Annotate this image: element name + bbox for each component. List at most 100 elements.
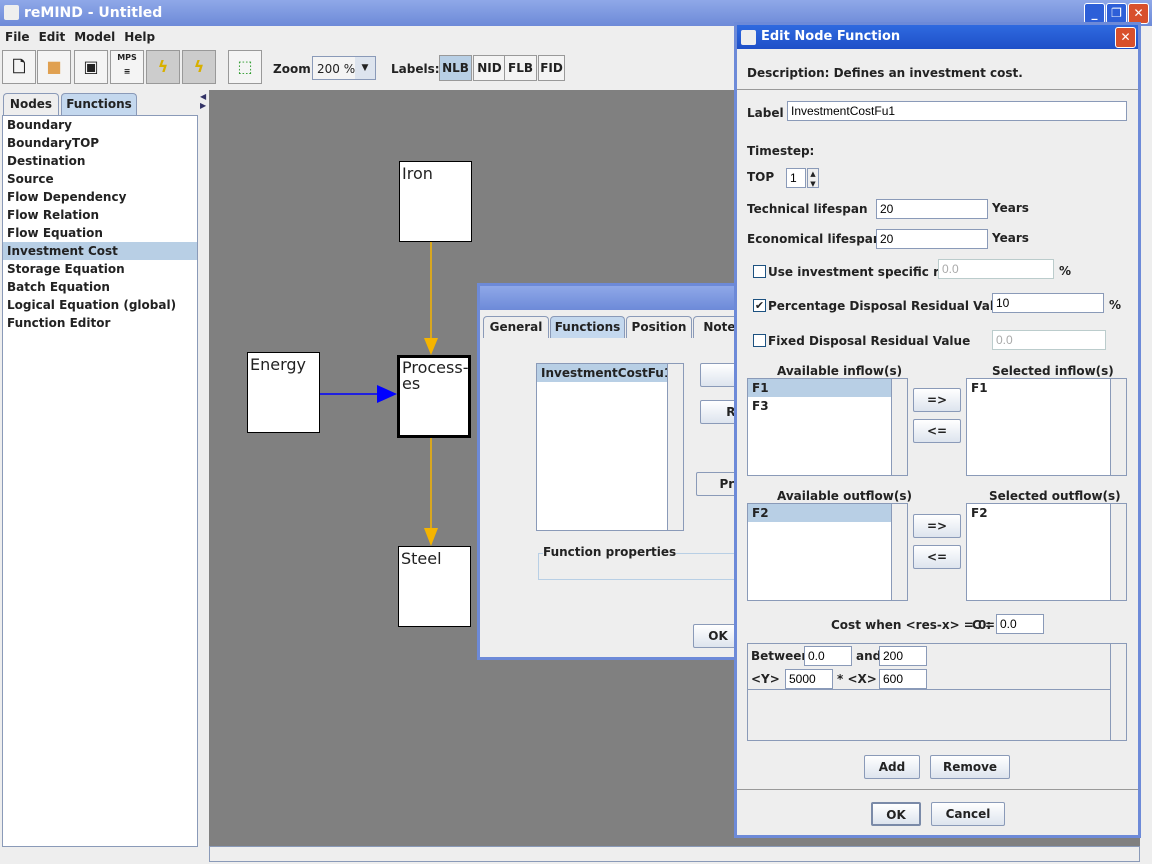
new-button[interactable]: 🗋 <box>2 50 36 84</box>
percentage-disposal-checkbox[interactable]: ✔ <box>753 299 766 312</box>
dialog-close-button[interactable]: ✕ <box>1115 27 1136 48</box>
arrowhead-icon <box>377 385 397 403</box>
cancel-button[interactable]: Cancel <box>931 802 1005 826</box>
node-iron[interactable]: Iron <box>399 161 472 242</box>
top-spinner[interactable] <box>786 168 806 188</box>
technical-lifespan-input[interactable] <box>876 199 988 219</box>
labels-label: Labels: <box>391 62 440 76</box>
percentage-disposal-input[interactable] <box>992 293 1104 313</box>
label-flb-button[interactable]: FLB <box>504 55 537 81</box>
cost-label: Cost when <res-x> = 0: <box>831 618 992 632</box>
menu-file[interactable]: File <box>0 26 34 44</box>
floppy-icon: ▣ <box>83 57 99 76</box>
vertical-scrollbar[interactable] <box>1110 644 1126 740</box>
investment-rate-input[interactable] <box>938 259 1054 279</box>
selected-outflows-list[interactable]: F2 <box>966 503 1127 601</box>
c-input[interactable] <box>996 614 1044 634</box>
c-label: C = <box>972 618 996 632</box>
vertical-scrollbar[interactable] <box>1110 504 1126 600</box>
timestep-label: Timestep: <box>747 144 815 158</box>
label-fid-button[interactable]: FID <box>538 55 565 81</box>
label-nlb-button[interactable]: NLB <box>439 55 472 81</box>
function-list-item[interactable]: Function Editor <box>3 314 197 332</box>
connect-button[interactable]: ⬚ <box>228 50 262 84</box>
function-list-item[interactable]: Logical Equation (global) <box>3 296 197 314</box>
function-list-item[interactable]: Flow Equation <box>3 224 197 242</box>
fixed-disposal-input[interactable] <box>992 330 1106 350</box>
list-item[interactable]: F1 <box>967 379 1126 397</box>
y-input[interactable] <box>785 669 833 689</box>
vertical-scrollbar[interactable] <box>667 364 683 530</box>
list-item[interactable]: F2 <box>748 504 891 522</box>
lightning-icon: ϟ <box>157 57 169 76</box>
add-button[interactable]: Add <box>864 755 920 779</box>
list-item[interactable]: F2 <box>967 504 1126 522</box>
menu-edit[interactable]: Edit <box>34 26 70 44</box>
divider <box>737 89 1138 90</box>
function-list-item[interactable]: Storage Equation <box>3 260 197 278</box>
available-outflows-list[interactable]: F2 <box>747 503 908 601</box>
remove-outflow-button[interactable]: <= <box>913 545 961 569</box>
mps-button[interactable]: MPS ≡ <box>110 50 144 84</box>
function-list-item[interactable]: Investment Cost <box>3 242 197 260</box>
chevron-down-icon[interactable]: ▼ <box>355 57 375 79</box>
save-button[interactable]: ▣ <box>74 50 108 84</box>
function-list-item[interactable]: Batch Equation <box>3 278 197 296</box>
zoom-select[interactable]: 200 % ▼ <box>312 56 376 80</box>
menu-model[interactable]: Model <box>69 26 119 44</box>
remove-inflow-button[interactable]: <= <box>913 419 961 443</box>
optimize-button[interactable]: ϟ <box>146 50 180 84</box>
vertical-scrollbar[interactable] <box>891 504 907 600</box>
open-button[interactable]: ■ <box>37 50 71 84</box>
tab-general[interactable]: General <box>483 316 549 338</box>
tab-position[interactable]: Position <box>626 316 692 338</box>
fixed-disposal-checkbox[interactable] <box>753 334 766 347</box>
maximize-button[interactable]: ❐ <box>1106 3 1127 24</box>
economical-lifespan-input[interactable] <box>876 229 988 249</box>
menu-help[interactable]: Help <box>119 26 159 44</box>
node-energy[interactable]: Energy <box>247 352 320 433</box>
top-label: TOP <box>747 170 775 184</box>
function-list-item[interactable]: Source <box>3 170 197 188</box>
label-input[interactable] <box>787 101 1127 121</box>
function-list-item[interactable]: BoundaryTOP <box>3 134 197 152</box>
horizontal-scrollbar[interactable] <box>209 846 1140 862</box>
add-outflow-button[interactable]: => <box>913 514 961 538</box>
add-inflow-button[interactable]: => <box>913 388 961 412</box>
function-list: Boundary BoundaryTOP Destination Source Flow… <box>2 115 198 847</box>
splitter-arrows-icon[interactable]: ◀ ▶ <box>200 92 208 116</box>
function-list-item[interactable]: Boundary <box>3 116 197 134</box>
investment-rate-checkbox[interactable] <box>753 265 766 278</box>
spinner-arrows-icon[interactable]: ▲ ▼ <box>807 168 819 188</box>
list-item[interactable]: F1 <box>748 379 891 397</box>
available-inflows-list[interactable]: F1 F3 <box>747 378 908 476</box>
tab-functions[interactable]: Functions <box>61 93 137 115</box>
available-outflows-label: Available outflow(s) <box>777 489 912 503</box>
function-properties-group: Function properties <box>538 545 748 580</box>
node-steel[interactable]: Steel <box>398 546 471 627</box>
remove-button[interactable]: Remove <box>930 755 1010 779</box>
list-item[interactable]: InvestmentCostFu1 <box>537 364 672 382</box>
optimize-report-button[interactable]: ϟ <box>182 50 216 84</box>
function-list-item[interactable]: Flow Dependency <box>3 188 197 206</box>
minimize-button[interactable]: _ <box>1084 3 1105 24</box>
tab-nodes[interactable]: Nodes <box>3 93 59 115</box>
function-list-item[interactable]: Destination <box>3 152 197 170</box>
between-from-input[interactable] <box>804 646 852 666</box>
ok-button[interactable]: OK <box>871 802 921 826</box>
tab-functions[interactable]: Functions <box>550 316 625 338</box>
function-list-item[interactable]: Flow Relation <box>3 206 197 224</box>
between-to-input[interactable] <box>879 646 927 666</box>
node-processes[interactable]: Process- es <box>397 355 471 438</box>
node-function-list[interactable]: InvestmentCostFu1 <box>536 363 684 531</box>
java-icon <box>4 5 19 20</box>
label-nid-button[interactable]: NID <box>473 55 506 81</box>
close-button[interactable]: ✕ <box>1128 3 1149 24</box>
selected-inflows-list[interactable]: F1 <box>966 378 1127 476</box>
list-item[interactable]: F3 <box>748 397 907 415</box>
dialog-title: Edit Node Function <box>761 29 901 44</box>
x-input[interactable] <box>879 669 927 689</box>
vertical-scrollbar[interactable] <box>1110 379 1126 475</box>
technical-lifespan-label: Technical lifespan <box>747 202 868 216</box>
vertical-scrollbar[interactable] <box>891 379 907 475</box>
